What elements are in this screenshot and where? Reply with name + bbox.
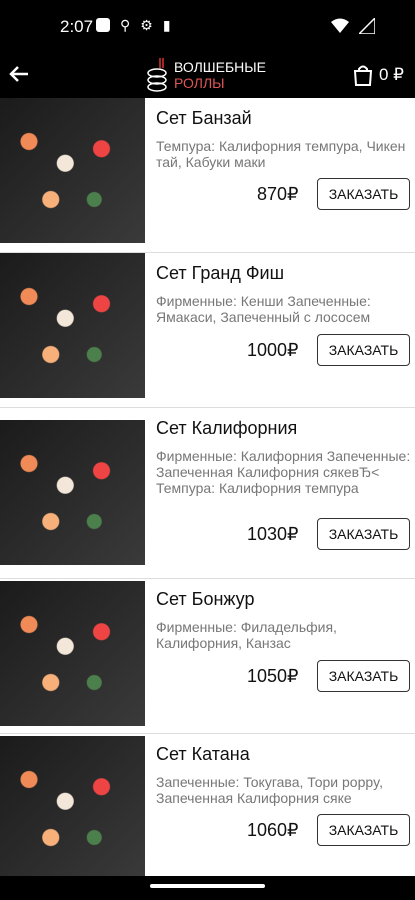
app-header: ВОЛШЕБНЫЕ РОЛЛЫ 0 ₽ (0, 52, 415, 98)
product-title: Сет Гранд Фиш (156, 263, 285, 283)
sd-card-icon: ▮ (162, 17, 171, 33)
sushi-logo-icon (147, 58, 167, 92)
order-button[interactable]: ЗАКАЗАТЬ (317, 660, 410, 692)
order-button[interactable]: ЗАКАЗАТЬ (317, 334, 410, 366)
product-image[interactable] (0, 98, 145, 243)
logo-line2: РОЛЛЫ (174, 75, 225, 91)
status-bar: 2:07 ⚲ ⚙ ▮ (0, 0, 415, 52)
app-notification-icon (96, 18, 110, 32)
order-button[interactable]: ЗАКАЗАТЬ (317, 178, 410, 210)
product-image[interactable] (0, 581, 145, 726)
status-time: 2:07 (60, 17, 94, 36)
product-list: Сет Банзай Темпура: Калифорния темпура, … (0, 98, 415, 881)
notification-icons: ⚲ ⚙ ▮ (96, 18, 171, 32)
order-button[interactable]: ЗАКАЗАТЬ (317, 518, 410, 550)
product-title: Сет Калифорния (156, 418, 298, 438)
shopping-bag-icon (353, 65, 373, 86)
product-card: Сет Катана Запеченные: Токугава, Тори ро… (0, 734, 415, 881)
usb-icon: ⚲ (120, 17, 131, 33)
product-title: Сет Банзай (156, 108, 252, 128)
navigation-bar (0, 876, 415, 900)
signal-icon (359, 18, 375, 34)
product-price: 870₽ (257, 184, 299, 204)
product-description: Темпура: Калифорния темпура, Чикен тай, … (156, 138, 406, 170)
product-card: Сет Банзай Темпура: Калифорния темпура, … (0, 98, 415, 253)
system-icons (331, 18, 375, 34)
product-description: Запеченные: Токугава, Тори роррy, Запече… (156, 774, 384, 806)
product-image[interactable] (0, 253, 145, 398)
product-price: 1030₽ (247, 524, 299, 544)
product-title: Сет Катана (156, 744, 250, 764)
wifi-icon (331, 18, 349, 33)
cart-button[interactable]: 0 ₽ (353, 64, 404, 86)
product-description: Фирменные: Филадельфия, Калифорния, Канз… (156, 619, 337, 651)
product-card: Сет Калифорния Фирменные: Калифорния Зап… (0, 408, 415, 579)
home-gesture-handle[interactable] (150, 884, 265, 888)
product-price: 1060₽ (247, 820, 299, 840)
order-button[interactable]: ЗАКАЗАТЬ (317, 814, 410, 846)
product-description: Фирменные: Кенши Запеченные: Ямакаси, За… (156, 293, 371, 325)
product-image[interactable] (0, 736, 145, 881)
settings-icon: ⚙ (140, 17, 153, 33)
cart-total: 0 ₽ (379, 65, 404, 84)
product-title: Сет Бонжур (156, 589, 255, 609)
product-price: 1000₽ (247, 340, 299, 360)
product-card: Сет Бонжур Фирменные: Филадельфия, Калиф… (0, 579, 415, 734)
product-image[interactable] (0, 420, 145, 565)
logo[interactable]: ВОЛШЕБНЫЕ РОЛЛЫ (146, 56, 266, 94)
product-card: Сет Гранд Фиш Фирменные: Кенши Запеченны… (0, 253, 415, 408)
product-description: Фирменные: Калифорния Запеченные: Запече… (156, 448, 411, 496)
back-arrow-icon[interactable] (8, 62, 30, 86)
logo-line1: ВОЛШЕБНЫЕ (174, 59, 266, 75)
product-price: 1050₽ (247, 666, 299, 686)
